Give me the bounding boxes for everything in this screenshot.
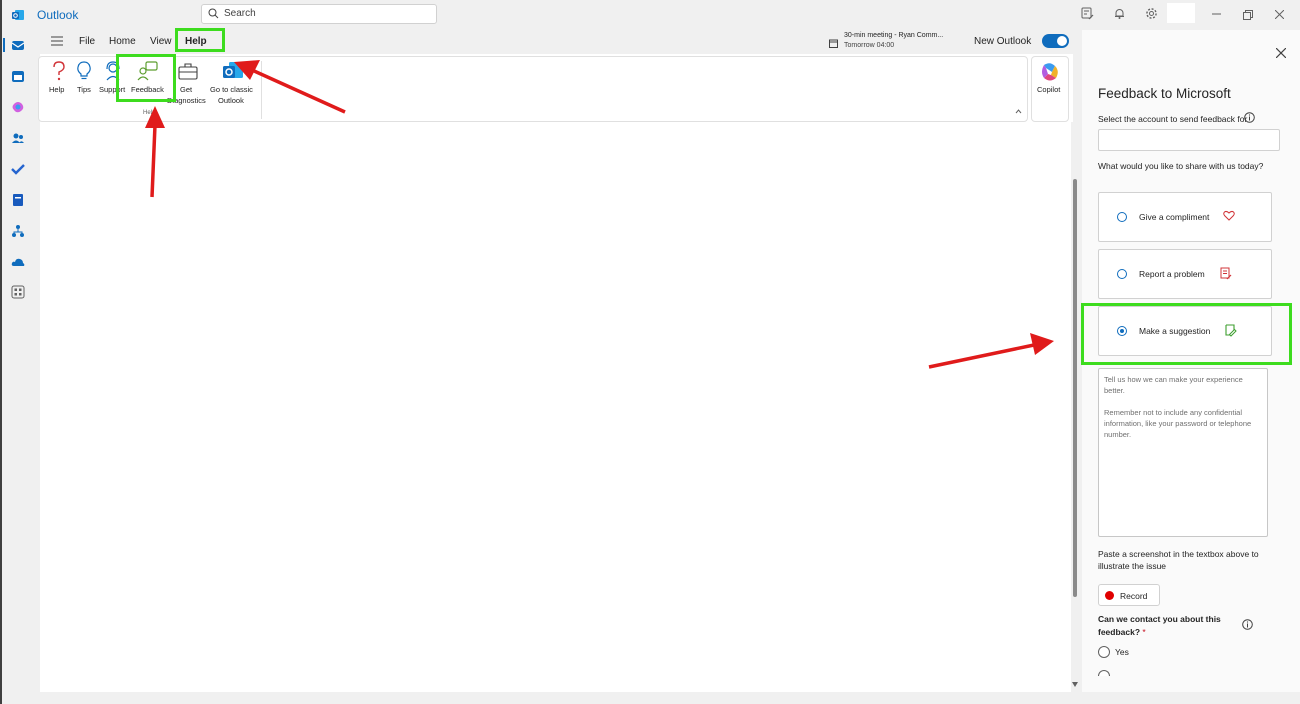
compliment-radio[interactable] [1117,212,1127,222]
lightbulb-icon[interactable] [76,61,92,81]
copilot-label: Copilot [1037,85,1061,94]
ribbon-get-label[interactable]: Get [180,85,192,94]
report-problem-radio[interactable] [1117,269,1127,279]
close-panel-icon[interactable] [1276,48,1286,58]
scroll-down-arrow-icon[interactable] [1072,682,1078,687]
diagnostics-briefcase-icon[interactable] [178,61,198,81]
ribbon-classic-label-2[interactable]: Outlook [218,96,244,105]
bell-icon[interactable] [1113,7,1126,20]
contact-yes-label: Yes [1115,647,1129,657]
word-icon[interactable] [11,193,25,207]
highlight-feedback-button [116,54,176,102]
app-name: Outlook [37,8,79,22]
mail-icon[interactable] [11,38,25,52]
account-select[interactable] [1098,129,1280,151]
textarea-placeholder-line-2: Remember not to include any confidential… [1104,408,1252,439]
new-outlook-label: New Outlook [974,36,1032,47]
menu-file[interactable]: File [79,36,95,47]
ribbon-group-label: Help [143,110,156,116]
option-report-problem[interactable]: Report a problem [1098,249,1272,299]
new-outlook-toggle[interactable] [1042,34,1069,48]
todo-check-icon[interactable] [11,162,25,176]
window-left-edge [0,0,2,704]
contact-question: Can we contact you about this feedback? … [1098,613,1248,638]
contact-question-text: Can we contact you about this feedback? [1098,614,1221,637]
hamburger-menu-icon[interactable] [51,36,63,46]
info-icon[interactable] [1244,112,1255,123]
profile-avatar[interactable] [1167,3,1195,23]
onedrive-cloud-icon[interactable] [11,255,25,269]
calendar-icon[interactable] [11,69,25,83]
meeting-reminder-title[interactable]: 30-min meeting - Ryan Comm... [844,32,943,39]
search-icon [208,8,219,19]
highlight-make-suggestion [1081,303,1292,365]
classic-outlook-icon[interactable] [222,61,244,81]
people-icon[interactable] [11,131,25,145]
org-chart-icon[interactable] [11,224,25,238]
rail-active-indicator [3,38,5,52]
ribbon-classic-label-1[interactable]: Go to classic [210,85,253,94]
account-label: Select the account to send feedback for [1098,114,1248,124]
panel-title: Feedback to Microsoft [1098,86,1231,101]
option-give-compliment[interactable]: Give a compliment [1098,192,1272,242]
scrollbar-thumb[interactable] [1073,179,1077,597]
record-dot-icon [1105,591,1114,600]
ribbon-tips-label[interactable]: Tips [77,85,91,94]
record-label: Record [1120,591,1148,601]
report-problem-label: Report a problem [1139,269,1205,279]
copilot-icon [1042,63,1058,81]
copilot-button[interactable]: Copilot [1031,56,1069,122]
menu-view[interactable]: View [150,36,172,47]
required-mark: * [1142,626,1146,637]
app-rail [0,30,36,704]
heart-icon [1223,210,1235,221]
reading-area [40,30,1073,692]
more-apps-icon[interactable] [11,285,25,299]
menu-home[interactable]: Home [109,36,136,47]
contact-yes-radio[interactable] [1098,646,1110,658]
contact-no-radio[interactable] [1098,670,1110,676]
report-problem-icon [1220,267,1232,280]
textarea-placeholder-line-1: Tell us how we can make your experience … [1104,375,1243,395]
contact-info-icon[interactable] [1242,619,1253,630]
highlight-help-menu [175,28,225,52]
ribbon-help-label[interactable]: Help [49,85,64,94]
feedback-panel: Feedback to Microsoft Select the account… [1082,30,1300,704]
feedback-note-icon[interactable] [1081,7,1094,20]
close-window-icon[interactable] [1275,10,1284,19]
feedback-textarea[interactable]: Tell us how we can make your experience … [1098,368,1268,537]
bottom-strip [0,692,1300,704]
title-bar: Outlook Search [0,0,1300,30]
restore-icon[interactable] [1243,10,1253,20]
search-input[interactable]: Search [201,4,437,24]
search-placeholder: Search [224,8,256,19]
meeting-reminder-time: Tomorrow 04:00 [844,42,895,49]
screenshot-hint: Paste a screenshot in the textbox above … [1098,549,1259,571]
chevron-up-icon[interactable] [1015,109,1022,114]
outlook-logo-icon [12,10,24,20]
compliment-label: Give a compliment [1139,212,1210,222]
calendar-small-icon [829,39,838,48]
record-button[interactable]: Record [1098,584,1160,606]
gear-icon[interactable] [1145,7,1158,20]
ribbon-separator [261,61,262,119]
ribbon: Help Tips Support Feedback Get Diagnosti… [38,56,1028,122]
help-question-icon[interactable] [51,61,67,81]
minimize-icon[interactable] [1212,13,1221,15]
copilot-rail-icon[interactable] [11,100,25,114]
share-question-label: What would you like to share with us tod… [1098,161,1264,171]
